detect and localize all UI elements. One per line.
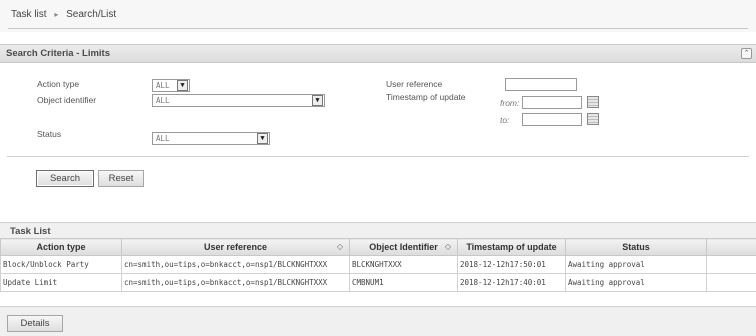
timestamp-to-input[interactable] [522,113,582,126]
cell-status: Awaiting approval [565,255,707,274]
breadcrumb-divider [8,28,748,29]
task-list-header [0,222,756,238]
task-list-table: Action type User reference ◇ Object Ident… [0,238,756,292]
table-row[interactable]: Block/Unblock Party cn=smith,ou=tips,o=b… [0,255,756,274]
table-row[interactable]: Update Limit cn=smith,ou=tips,o=bnkacct,… [0,273,756,292]
column-status[interactable]: Status [565,238,707,256]
breadcrumb-separator-icon: ▸ [54,10,59,19]
cell-status: Awaiting approval [565,273,707,292]
sort-icon[interactable]: ◇ [445,242,451,251]
user-reference-input[interactable] [505,78,577,91]
chevron-down-icon: ▼ [257,133,268,144]
status-select[interactable]: ALL ▼ [152,132,270,145]
column-user-reference[interactable]: User reference ◇ [121,238,350,256]
column-label: User reference [203,242,268,252]
column-timestamp[interactable]: Timestamp of update [457,238,566,256]
double-chevron-up-icon[interactable]: ⌃ [741,48,752,59]
to-label: to: [500,115,510,125]
task-list-title: Task List [10,226,51,237]
criteria-divider [7,156,749,157]
timestamp-from-input[interactable] [522,96,582,109]
user-reference-label: User reference [386,79,443,89]
column-object-identifier[interactable]: Object Identifier ◇ [349,238,458,256]
chevron-down-icon: ▼ [177,80,188,91]
cell-user-reference: cn=smith,ou=tips,o=bnkacct,o=nsp1/BLCKNG… [121,273,350,292]
column-extra [706,238,756,256]
calendar-icon[interactable] [587,96,599,108]
cell-user-reference: cn=smith,ou=tips,o=bnkacct,o=nsp1/BLCKNG… [121,255,350,274]
breadcrumb-search-list: Search/List [66,9,117,20]
cell-object-identifier: BLCKNGHTXXX [349,255,458,274]
calendar-icon[interactable] [587,113,599,125]
cell-object-identifier: CMBNUM1 [349,273,458,292]
column-label: Object Identifier [369,242,438,252]
sort-icon[interactable]: ◇ [337,242,343,251]
chevron-down-icon: ▼ [312,95,323,106]
details-button[interactable]: Details [7,315,63,332]
object-identifier-value: ALL [156,96,170,105]
action-bar: Details [0,306,756,336]
cell-extra [706,255,756,274]
cell-action-type: Block/Unblock Party [0,255,122,274]
breadcrumb-bar: Task list ▸ Search/List [0,0,756,32]
timestamp-label: Timestamp of update [386,92,466,102]
column-label: Status [622,242,650,252]
action-type-label: Action type [37,79,80,89]
cell-timestamp: 2018-12-12h17:50:01 [457,255,566,274]
object-identifier-label: Object identifier [37,95,97,105]
action-type-value: ALL [156,81,170,90]
status-label: Status [37,129,62,139]
object-identifier-select[interactable]: ALL ▼ [152,94,325,107]
column-action-type[interactable]: Action type [0,238,122,256]
cell-extra [706,273,756,292]
search-criteria-title: Search Criteria - Limits [6,48,111,59]
column-label: Timestamp of update [466,242,557,252]
action-type-select[interactable]: ALL ▼ [152,79,190,92]
reset-button[interactable]: Reset [98,170,144,187]
from-label: from: [500,98,520,108]
column-label: Action type [36,242,86,252]
search-criteria-panel: Search Criteria - Limits ⌃ Action type A… [0,44,756,198]
status-value: ALL [156,134,170,143]
search-criteria-header[interactable]: Search Criteria - Limits ⌃ [0,45,756,63]
breadcrumb-task-list[interactable]: Task list [11,9,47,20]
table-header-row: Action type User reference ◇ Object Ident… [0,238,756,256]
breadcrumb: Task list ▸ Search/List [11,9,116,20]
search-button[interactable]: Search [36,170,94,187]
cell-timestamp: 2018-12-12h17:40:01 [457,273,566,292]
cell-action-type: Update Limit [0,273,122,292]
